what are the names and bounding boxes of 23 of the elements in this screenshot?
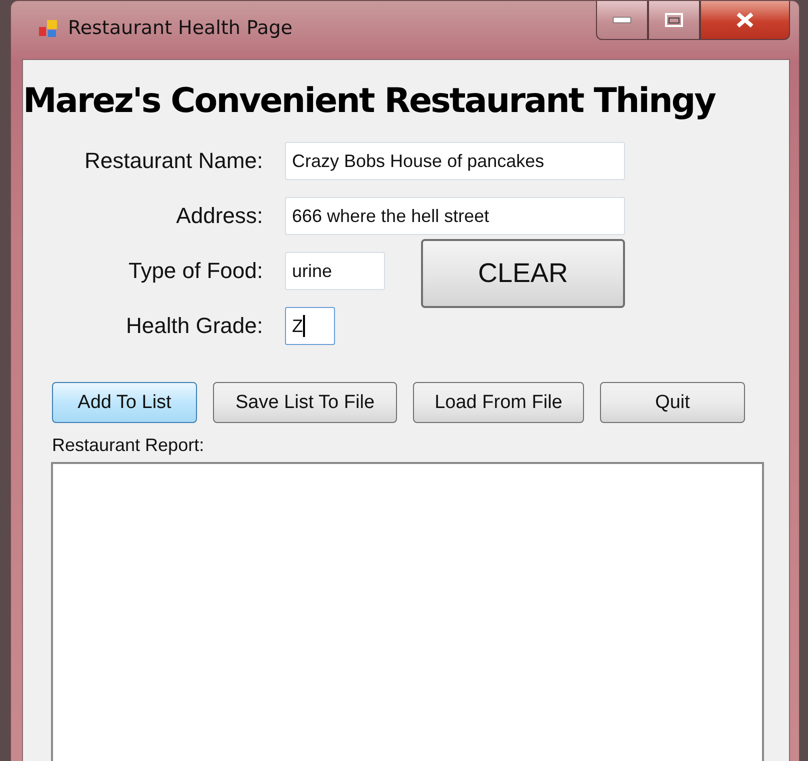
text-field[interactable]: Crazy Bobs House of pancakes [285, 142, 625, 180]
field-label: Restaurant Name: [83, 148, 264, 174]
action-button[interactable]: Add To List [52, 382, 197, 423]
app-icon [38, 19, 58, 39]
minimize-icon [613, 17, 631, 23]
action-button[interactable]: Load From File [413, 382, 584, 423]
field-label: Health Grade: [125, 313, 264, 339]
maximize-button[interactable] [648, 1, 700, 40]
close-icon [735, 12, 755, 28]
minimize-button[interactable] [596, 1, 648, 40]
action-button[interactable]: Save List To File [213, 382, 397, 423]
clear-button[interactable]: CLEAR [421, 239, 625, 308]
action-button[interactable]: Quit [600, 382, 745, 423]
app-heading: Marez's Convenient Restaurant Thingy [23, 80, 717, 122]
window-title: Restaurant Health Page [68, 17, 292, 39]
report-label: Restaurant Report: [52, 435, 204, 456]
text-field[interactable]: urine [285, 252, 385, 290]
text-field[interactable]: 666 where the hell street [285, 197, 625, 235]
field-label: Address: [175, 203, 264, 229]
field-label: Type of Food: [127, 258, 264, 284]
text-field[interactable]: Z [285, 307, 335, 345]
close-button[interactable] [700, 1, 790, 40]
maximize-icon [665, 13, 683, 27]
